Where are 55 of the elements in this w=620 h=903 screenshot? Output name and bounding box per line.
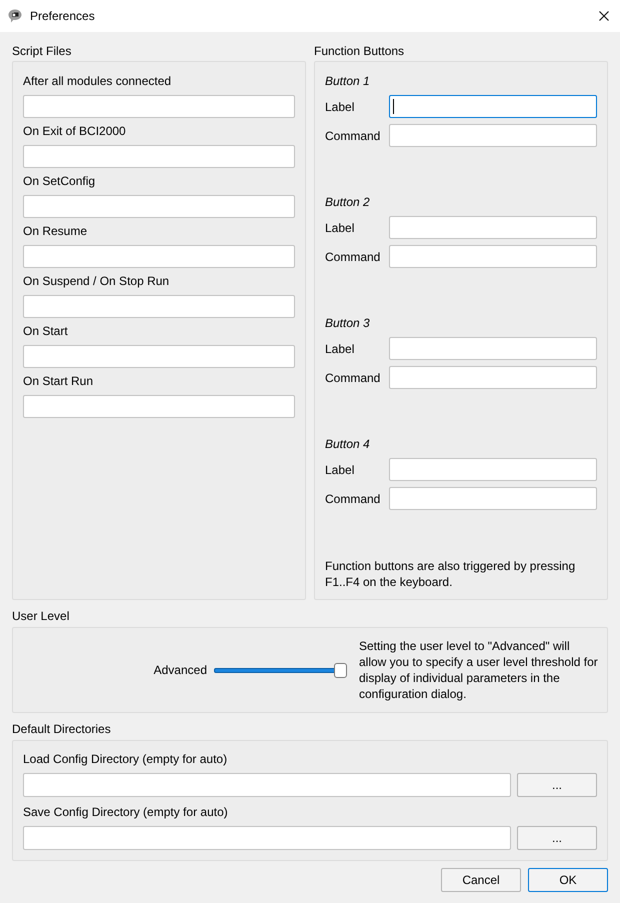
input-field[interactable] xyxy=(389,95,597,118)
section-title: User Level xyxy=(12,608,70,624)
input-field[interactable] xyxy=(23,826,511,850)
window-title: Preferences xyxy=(30,8,95,25)
input-field[interactable] xyxy=(389,458,597,481)
field-label: Load Config Directory (empty for auto) xyxy=(23,751,228,767)
user-level-label: Advanced xyxy=(154,662,207,678)
field-label: On Resume xyxy=(23,223,88,239)
input-field[interactable] xyxy=(23,245,295,268)
group-heading: Button 4 xyxy=(325,436,371,452)
ok-button[interactable]: OK xyxy=(528,868,608,892)
field-label: On SetConfig xyxy=(23,173,96,189)
close-icon xyxy=(599,11,609,21)
group-heading: Button 3 xyxy=(325,315,371,331)
field-label: Command xyxy=(325,490,382,506)
field-label: On Suspend / On Stop Run xyxy=(23,273,170,289)
input-field[interactable] xyxy=(23,195,295,218)
field-label: Label xyxy=(325,462,356,478)
input-field[interactable] xyxy=(23,95,295,118)
field-label: Save Config Directory (empty for auto) xyxy=(23,804,229,820)
section-title: Function Buttons xyxy=(314,43,406,59)
slider-track[interactable] xyxy=(214,662,347,678)
browse-button[interactable]: ... xyxy=(517,773,597,797)
input-field[interactable] xyxy=(389,245,597,268)
input-field[interactable] xyxy=(389,216,597,239)
input-field[interactable] xyxy=(23,395,295,418)
field-label: Command xyxy=(325,128,382,144)
cancel-button[interactable]: Cancel xyxy=(441,868,521,892)
group-heading: Button 2 xyxy=(325,194,371,210)
field-label: After all modules connected xyxy=(23,73,172,89)
field-label: On Start xyxy=(23,323,69,339)
browse-button[interactable]: ... xyxy=(517,826,597,850)
input-field[interactable] xyxy=(389,487,597,510)
input-field[interactable] xyxy=(23,345,295,368)
slider-thumb[interactable] xyxy=(334,662,347,678)
hint-text: Function buttons are also triggered by pressing F1..F4 on the keyboard. xyxy=(325,558,576,590)
field-label: Command xyxy=(325,248,382,264)
field-label: Command xyxy=(325,370,382,386)
field-label: On Start Run xyxy=(23,373,94,389)
field-label: On Exit of BCI2000 xyxy=(23,123,127,139)
group-heading: Button 1 xyxy=(325,73,371,89)
input-field[interactable] xyxy=(23,145,295,168)
field-label: Label xyxy=(325,220,356,236)
description-text: Setting the user level to "Advanced" will allow you to specify a user level threshold for display of individual parameters in the configuration dialog. xyxy=(359,638,599,702)
input-field[interactable] xyxy=(23,295,295,318)
text-cursor-icon xyxy=(393,99,394,114)
input-field[interactable] xyxy=(389,366,597,389)
app-icon xyxy=(7,8,23,24)
field-label: Label xyxy=(325,340,356,356)
input-field[interactable] xyxy=(389,124,597,147)
input-field[interactable] xyxy=(23,773,511,797)
input-field[interactable] xyxy=(389,337,597,360)
section-title: Default Directories xyxy=(12,721,112,737)
field-label: Label xyxy=(325,98,356,114)
section-title: Script Files xyxy=(12,43,72,59)
